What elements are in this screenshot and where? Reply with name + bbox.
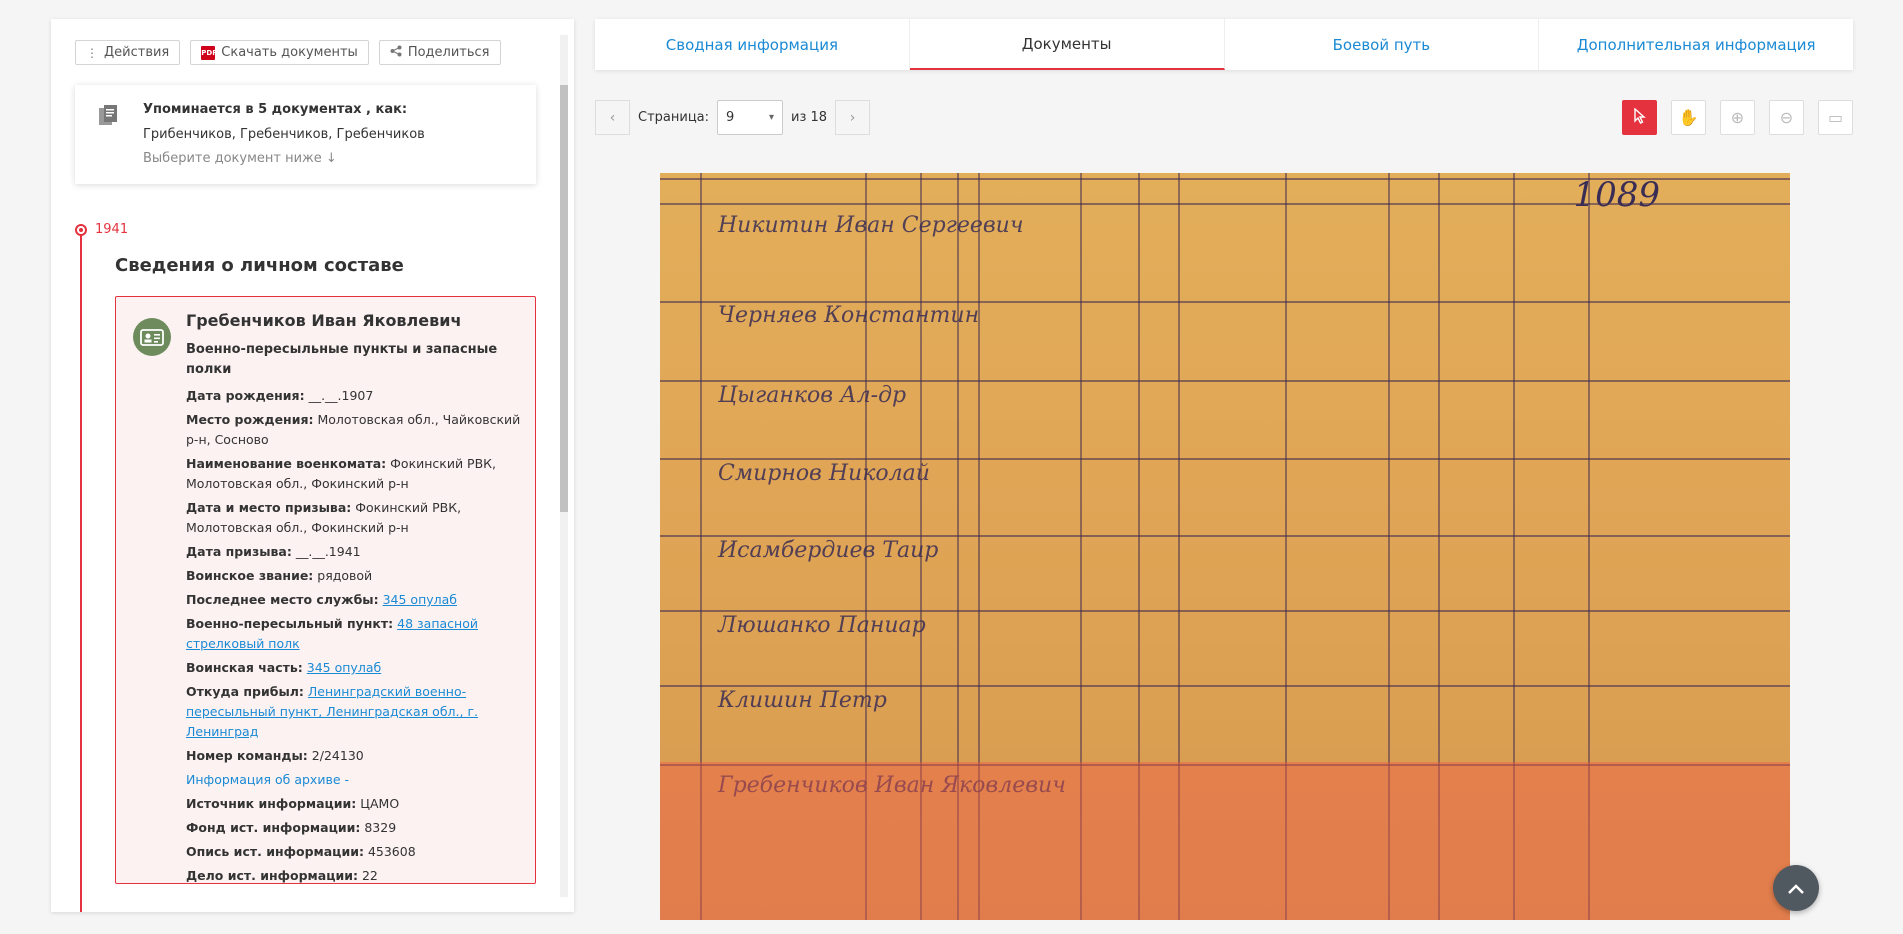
detail-row: Номер команды: 2/24130 (186, 748, 364, 763)
mentions-title: Упоминается в 5 документах , как: (143, 102, 408, 117)
highlighted-record (660, 762, 1790, 920)
hand-icon: ✋ (1678, 108, 1699, 127)
chevron-left-icon: ‹ (609, 109, 616, 126)
detail-row: Воинская часть: 345 опулаб (186, 660, 382, 675)
mentions-names: Грибенчиков, Гребенчиков, Гребенчиков (143, 127, 425, 142)
last-service-link[interactable]: 345 опулаб (383, 592, 457, 607)
mentions-hint: Выберите документ ниже ↓ (143, 151, 337, 166)
military-unit-link[interactable]: 345 опулаб (307, 660, 381, 675)
tab-summary[interactable]: Сводная информация (595, 19, 910, 70)
zoom-out-button[interactable]: ⊖ (1769, 100, 1804, 135)
detail-row: Последнее место службы: 345 опулаб (186, 592, 458, 607)
military-record-icon (133, 318, 171, 356)
document-viewer[interactable]: Никитин Иван Сергеевич Черняев Константи… (660, 173, 1790, 920)
left-panel: ⋮ Действия PDF Скачать документы Поделит… (51, 19, 574, 912)
fit-screen-button[interactable]: ▭ (1818, 100, 1853, 135)
person-record-card[interactable]: Гребенчиков Иван Яковлевич Военно-пересы… (115, 296, 536, 884)
actions-button[interactable]: ⋮ Действия (75, 40, 181, 65)
page-select[interactable]: 9 ▾ (717, 100, 784, 135)
more-vertical-icon: ⋮ (86, 45, 98, 60)
mentions-card: Упоминается в 5 документах , как: Грибен… (75, 85, 536, 184)
documents-icon (98, 104, 120, 128)
prev-page-button[interactable]: ‹ (595, 100, 630, 135)
detail-row: Дата призыва: __.__.1941 (186, 544, 361, 559)
monitor-icon: ▭ (1827, 108, 1844, 127)
detail-row: Место рождения: Молотовская обл., Чайков… (186, 412, 521, 447)
page-total: из 18 (791, 110, 828, 125)
pdf-icon: PDF (201, 45, 217, 60)
document-scan: Никитин Иван Сергеевич Черняев Константи… (660, 173, 1790, 920)
detail-row: Фонд ист. информации: 8329 (186, 820, 397, 835)
person-details: Гребенчиков Иван Яковлевич Военно-пересы… (186, 311, 526, 890)
detail-row: Дата и место призыва: Фокинский РВК, Мол… (186, 500, 462, 535)
viewer-tools: ✋ ⊕ ⊖ ▭ (1622, 100, 1853, 135)
tab-additional-info[interactable]: Дополнительная информация (1539, 19, 1853, 70)
record-type: Военно-пересыльные пункты и запасные пол… (186, 342, 498, 377)
timeline-year: 1941 (95, 222, 129, 237)
chevron-down-icon: ▾ (768, 112, 775, 123)
pager: ‹ Страница: 9 ▾ из 18 › (595, 100, 871, 135)
detail-row: Военно-пересыльный пункт: 48 запасной ст… (186, 616, 478, 651)
tab-documents[interactable]: Документы (909, 19, 1225, 70)
sheet-number: 1089 (1573, 175, 1660, 215)
tabs-bar: Сводная информация Документы Боевой путь… (595, 19, 1853, 70)
section-title: Сведения о личном составе (115, 255, 404, 276)
chevron-right-icon: › (849, 109, 856, 126)
share-button[interactable]: Поделиться (378, 40, 501, 65)
next-page-button[interactable]: › (835, 100, 871, 135)
zoom-in-button[interactable]: ⊕ (1720, 100, 1755, 135)
scrollbar-thumb[interactable] (560, 85, 568, 512)
chevron-up-icon (1787, 876, 1805, 900)
pan-tool-button[interactable]: ✋ (1671, 100, 1706, 135)
zoom-in-icon: ⊕ (1730, 108, 1745, 127)
select-tool-button[interactable] (1622, 100, 1657, 135)
timeline-dot-icon (75, 224, 87, 236)
cursor-icon (1633, 106, 1647, 128)
left-panel-scrollbar[interactable] (560, 35, 568, 897)
timeline-line (80, 231, 82, 912)
detail-row: Дата рождения: __.__.1907 (186, 388, 374, 403)
detail-row: Откуда прибыл: Ленинградский военно-пере… (186, 684, 478, 739)
page-label: Страница: (638, 110, 710, 125)
detail-row: Опись ист. информации: 453608 (186, 844, 416, 859)
share-icon (390, 45, 402, 61)
download-documents-button[interactable]: PDF Скачать документы (190, 40, 369, 65)
scroll-to-top-button[interactable] (1773, 865, 1819, 911)
tab-combat-path[interactable]: Боевой путь (1225, 19, 1540, 70)
detail-row: Дело ист. информации: 22 (186, 868, 378, 883)
person-name: Гребенчиков Иван Яковлевич (186, 311, 462, 330)
detail-row: Наименование военкомата: Фокинский РВК, … (186, 456, 497, 491)
actions-bar: ⋮ Действия PDF Скачать документы Поделит… (75, 40, 501, 65)
zoom-out-icon: ⊖ (1779, 108, 1794, 127)
detail-row: Воинское звание: рядовой (186, 568, 373, 583)
archive-info-link[interactable]: Информация об архиве - (186, 770, 526, 790)
detail-row: Источник информации: ЦАМО (186, 796, 400, 811)
